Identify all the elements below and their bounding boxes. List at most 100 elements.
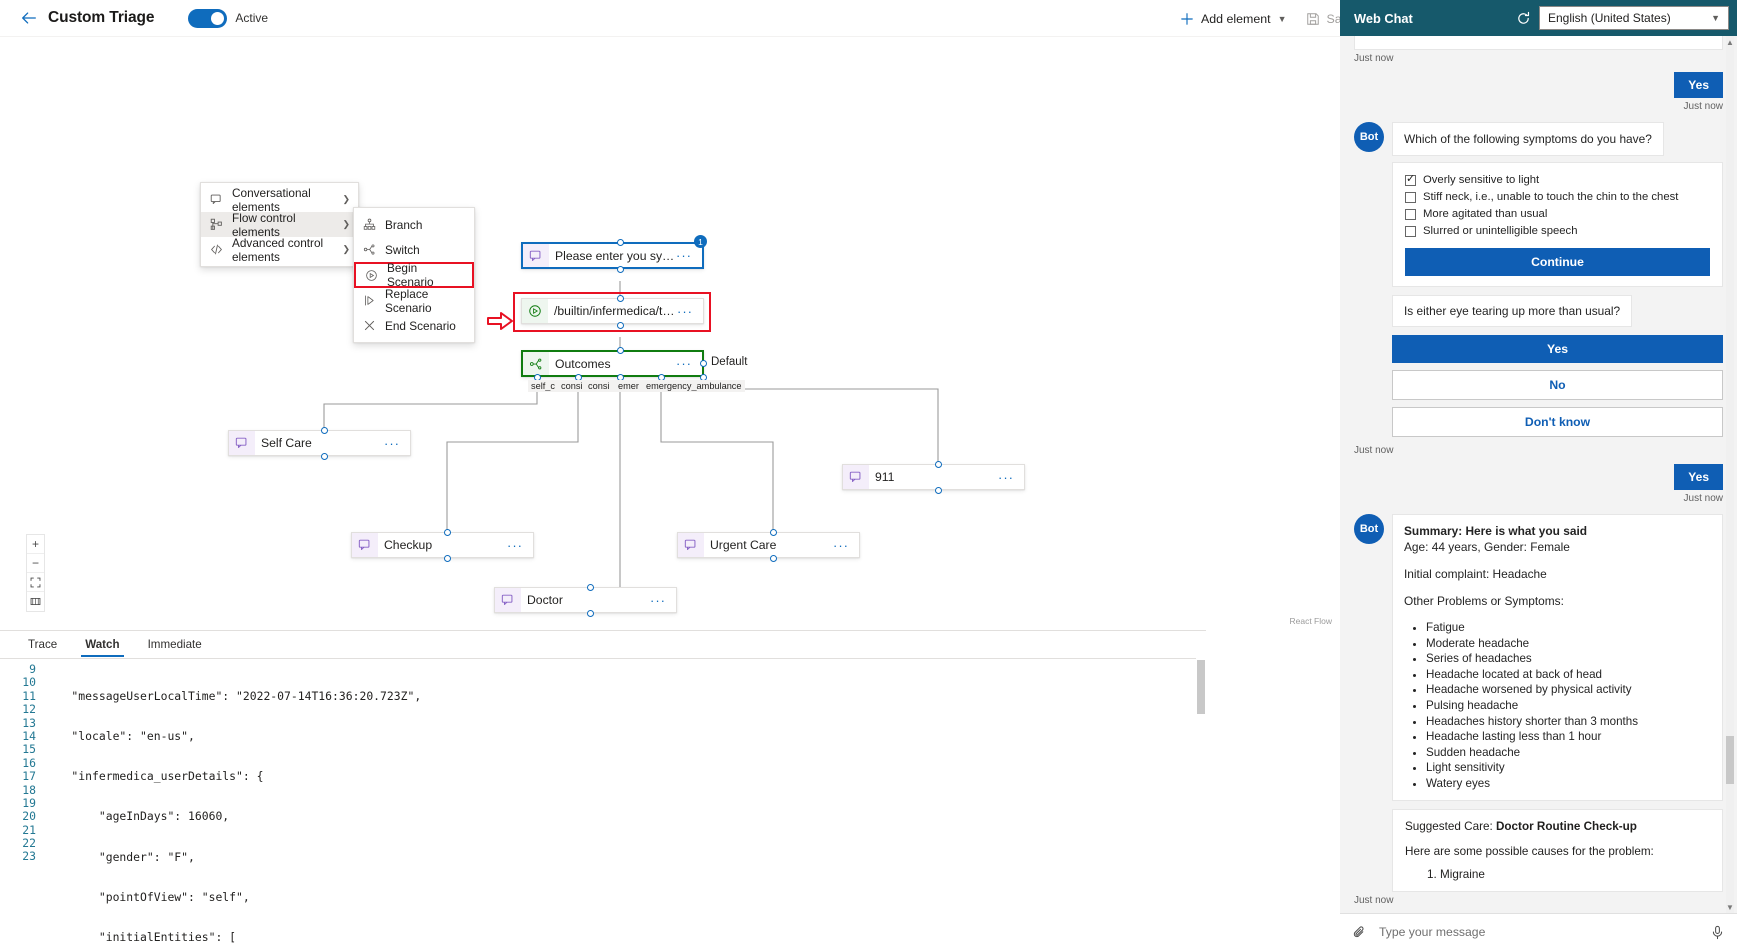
menu-item-end-scenario[interactable]: End Scenario bbox=[354, 313, 474, 338]
checkbox-row[interactable]: More agitated than usual bbox=[1405, 207, 1710, 222]
node-prompt-label: Please enter you sympt... bbox=[549, 249, 676, 263]
choice-dont-know-button[interactable]: Don't know bbox=[1392, 407, 1723, 437]
menu-item-conversational-elements[interactable]: Conversational elements ❯ bbox=[201, 187, 358, 212]
port-doctor-bottom[interactable] bbox=[587, 610, 594, 617]
zoom-in-button[interactable]: + bbox=[27, 535, 44, 554]
node-prompt-menu[interactable]: ··· bbox=[676, 248, 702, 263]
menu-item-branch[interactable]: Branch bbox=[354, 212, 474, 237]
end-scenario-icon bbox=[362, 319, 377, 332]
node-checkup-menu[interactable]: ··· bbox=[507, 538, 533, 553]
checkbox-more-agitated[interactable] bbox=[1405, 209, 1416, 220]
message-icon bbox=[352, 533, 378, 557]
list-item: Moderate headache bbox=[1426, 636, 1711, 652]
port-scenario-top[interactable] bbox=[617, 295, 624, 302]
port-self-care-top[interactable] bbox=[321, 427, 328, 434]
port-outcomes-top[interactable] bbox=[617, 347, 624, 354]
symptom-checkbox-card[interactable]: Overly sensitive to light Stiff neck, i.… bbox=[1392, 162, 1723, 287]
menu-item-label: Flow control elements bbox=[232, 211, 328, 239]
canvas-zoom-controls[interactable]: + − bbox=[26, 534, 45, 612]
node-begin-scenario[interactable]: /builtin/infermedica/tri... ··· bbox=[521, 298, 704, 324]
back-arrow-icon[interactable] bbox=[18, 7, 40, 29]
checkbox-row[interactable]: Slurred or unintelligible speech bbox=[1405, 224, 1710, 239]
menu-item-advanced-control-elements[interactable]: Advanced control elements ❯ bbox=[201, 237, 358, 262]
chat-input-bar[interactable]: Type your message bbox=[1340, 913, 1737, 950]
flow-canvas[interactable]: Please enter you sympt... ··· 1 /builtin… bbox=[0, 37, 1340, 630]
watch-code-editor[interactable]: 9 10 11 12 13 14 15 16 17 18 19 20 21 22… bbox=[0, 658, 1206, 950]
fit-screen-icon[interactable] bbox=[27, 573, 44, 592]
node-911[interactable]: 911 ··· bbox=[842, 464, 1025, 490]
port-checkup-bottom[interactable] bbox=[444, 555, 451, 562]
node-outcomes[interactable]: Outcomes ··· bbox=[521, 350, 704, 377]
port-urgent-care-bottom[interactable] bbox=[770, 555, 777, 562]
port-scenario-bottom[interactable] bbox=[617, 322, 624, 329]
chevron-right-icon: ❯ bbox=[336, 194, 350, 205]
choice-button-group[interactable]: Yes No Don't know bbox=[1392, 335, 1723, 437]
node-urgent-care[interactable]: Urgent Care ··· bbox=[677, 532, 860, 558]
port-urgent-care-top[interactable] bbox=[770, 529, 777, 536]
port-checkup-top[interactable] bbox=[444, 529, 451, 536]
port-911-bottom[interactable] bbox=[935, 487, 942, 494]
bot-question-eye-tearing: Is either eye tearing up more than usual… bbox=[1392, 295, 1632, 327]
tab-watch[interactable]: Watch bbox=[71, 631, 133, 657]
chevron-down-icon: ▼ bbox=[1278, 14, 1287, 24]
choice-yes-button[interactable]: Yes bbox=[1392, 335, 1723, 363]
refresh-icon[interactable] bbox=[1516, 11, 1531, 26]
tab-immediate[interactable]: Immediate bbox=[134, 631, 216, 657]
code-scrollbar[interactable] bbox=[1196, 658, 1206, 950]
node-self-care[interactable]: Self Care ··· bbox=[228, 430, 411, 456]
switch-icon bbox=[523, 352, 549, 375]
port-prompt-top[interactable] bbox=[617, 239, 624, 246]
scrollbar-thumb[interactable] bbox=[1726, 736, 1734, 784]
tab-trace[interactable]: Trace bbox=[14, 631, 71, 657]
add-element-menu[interactable]: Conversational elements ❯ Flow control e… bbox=[200, 182, 359, 267]
node-prompt[interactable]: Please enter you sympt... ··· bbox=[521, 242, 704, 269]
scroll-down-arrow-icon[interactable]: ▼ bbox=[1725, 901, 1735, 913]
chat-message-list[interactable]: Just now Yes Just now Bot Which of the f… bbox=[1340, 36, 1737, 913]
menu-item-begin-scenario[interactable]: Begin Scenario bbox=[354, 262, 474, 288]
chat-message-input[interactable]: Type your message bbox=[1379, 925, 1698, 939]
chat-scrollbar[interactable]: ▲ ▼ bbox=[1725, 36, 1735, 913]
flow-control-submenu[interactable]: Branch Switch Begin Scenario Replace Sce… bbox=[353, 207, 475, 343]
node-doctor[interactable]: Doctor ··· bbox=[494, 587, 677, 613]
scroll-up-arrow-icon[interactable]: ▲ bbox=[1725, 36, 1735, 48]
checkbox-slurred-speech[interactable] bbox=[1405, 226, 1416, 237]
map-icon[interactable] bbox=[27, 592, 44, 611]
checkbox-stiff-neck[interactable] bbox=[1405, 192, 1416, 203]
choice-no-button[interactable]: No bbox=[1392, 370, 1723, 400]
checkbox-row[interactable]: Overly sensitive to light bbox=[1405, 173, 1710, 188]
add-element-button[interactable]: Add element ▼ bbox=[1170, 7, 1296, 31]
paperclip-icon[interactable] bbox=[1352, 925, 1367, 940]
branch-label-5: emergency_ambulance bbox=[646, 381, 742, 391]
suggested-care-label: Suggested Care: bbox=[1405, 820, 1493, 833]
node-urgent-care-menu[interactable]: ··· bbox=[833, 538, 859, 553]
microphone-icon[interactable] bbox=[1710, 925, 1725, 940]
language-select[interactable]: English (United States) ▼ bbox=[1539, 6, 1729, 30]
code-content[interactable]: "messageUserLocalTime": "2022-07-14T16:3… bbox=[44, 659, 1206, 950]
checkbox-overly-sensitive-to-light[interactable] bbox=[1405, 175, 1416, 186]
code-line: "messageUserLocalTime": "2022-07-14T16:3… bbox=[44, 690, 1206, 703]
port-outcomes-default[interactable] bbox=[700, 360, 707, 367]
code-gutter: 9 10 11 12 13 14 15 16 17 18 19 20 21 22… bbox=[0, 659, 44, 950]
zoom-out-button[interactable]: − bbox=[27, 554, 44, 573]
port-prompt-bottom[interactable] bbox=[617, 266, 624, 273]
node-doctor-menu[interactable]: ··· bbox=[650, 593, 676, 608]
menu-item-switch[interactable]: Switch bbox=[354, 237, 474, 262]
port-doctor-top[interactable] bbox=[587, 584, 594, 591]
port-911-top[interactable] bbox=[935, 461, 942, 468]
checkbox-row[interactable]: Stiff neck, i.e., unable to touch the ch… bbox=[1405, 190, 1710, 205]
node-911-menu[interactable]: ··· bbox=[998, 470, 1024, 485]
active-toggle-group[interactable]: Active bbox=[188, 9, 268, 28]
menu-item-flow-control-elements[interactable]: Flow control elements ❯ bbox=[201, 212, 358, 237]
active-toggle[interactable] bbox=[188, 9, 227, 28]
node-begin-scenario-menu[interactable]: ··· bbox=[677, 304, 703, 319]
avatar: Bot bbox=[1354, 514, 1384, 544]
menu-item-replace-scenario[interactable]: Replace Scenario bbox=[354, 288, 474, 313]
message-icon bbox=[678, 533, 704, 557]
line-number: 22 bbox=[0, 837, 36, 850]
node-outcomes-menu[interactable]: ··· bbox=[676, 356, 702, 371]
summary-initial-complaint: Initial complaint: Headache bbox=[1404, 566, 1711, 582]
node-self-care-menu[interactable]: ··· bbox=[384, 436, 410, 451]
node-checkup[interactable]: Checkup ··· bbox=[351, 532, 534, 558]
continue-button[interactable]: Continue bbox=[1405, 248, 1710, 276]
port-self-care-bottom[interactable] bbox=[321, 453, 328, 460]
